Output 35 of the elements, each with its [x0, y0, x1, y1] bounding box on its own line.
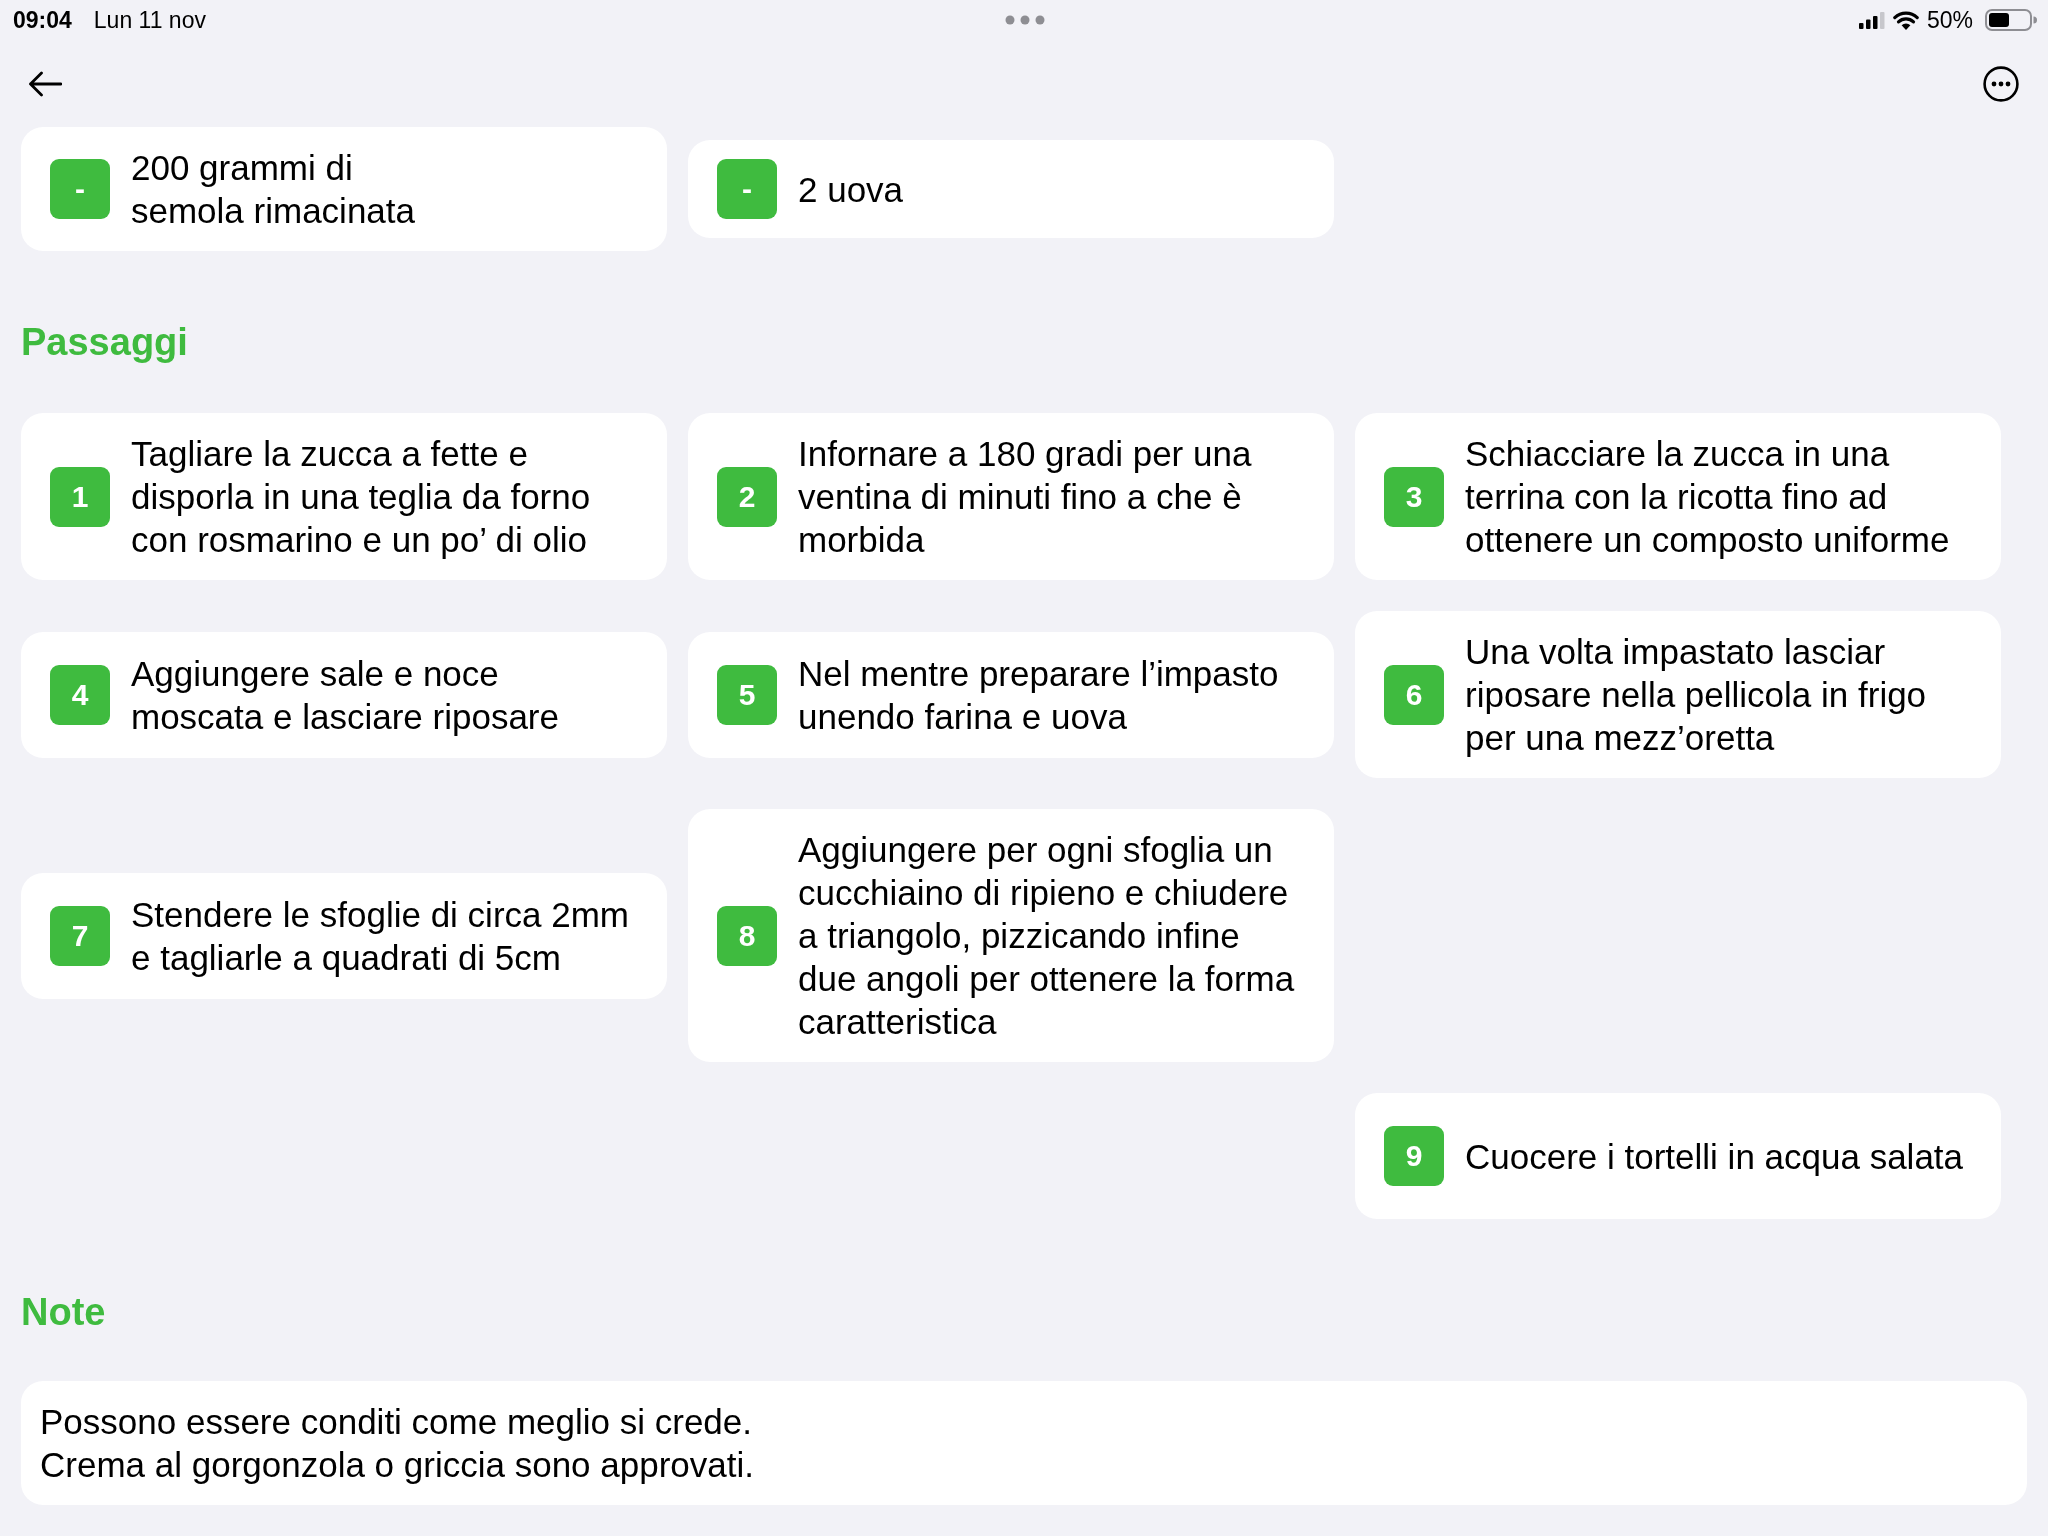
ingredient-marker: - — [50, 159, 110, 219]
step-text: Una volta impastato lasciar riposare nella pellicola in frigo per una mezz’oretta — [1465, 631, 1928, 759]
battery-icon — [1985, 9, 2037, 31]
step-text: Infornare a 180 gradi per una ventina di minuti fino a che è morbida — [798, 433, 1253, 561]
step-text: Nel mentre preparare l’impasto unendo farina e uova — [798, 652, 1280, 738]
step-text: Cuocere i tortelli in acqua salata — [1465, 1135, 1965, 1178]
more-button[interactable] — [1981, 63, 2021, 104]
multitasking-dots-icon[interactable] — [1005, 15, 1045, 25]
status-time: 09:04 — [13, 6, 72, 34]
step-text: Schiacciare la zucca in una terrina con la ricotta fino ad ottenere un composto uniforme — [1465, 433, 1951, 561]
signal-icon — [1858, 11, 1885, 29]
step-number: 1 — [50, 466, 110, 527]
step-number: 7 — [50, 905, 110, 966]
wifi-icon — [1892, 10, 1919, 30]
status-date: Lun 11 nov — [93, 6, 206, 34]
step-number: 4 — [50, 664, 110, 725]
ingredient-text: 2 uova — [798, 168, 905, 211]
step-number: 5 — [717, 664, 777, 725]
step-number: 8 — [717, 905, 777, 966]
arrow-left-icon — [28, 70, 62, 97]
step-number: 3 — [1384, 466, 1444, 527]
step-text: Aggiungere sale e noce moscata e lasciare riposare — [131, 652, 560, 738]
section-heading: Passaggi — [21, 320, 188, 365]
step-number: 9 — [1384, 1126, 1444, 1186]
ingredient-marker: - — [717, 159, 777, 219]
step-text: Stendere le sfoglie di circa 2mm e tagliarle a quadrati di 5cm — [131, 893, 630, 979]
note-text: Possono essere conditi come meglio si crede. Crema al gorgonzola o griccia sono approvati. — [40, 1401, 754, 1486]
step-number: 2 — [717, 466, 777, 527]
step-text: Aggiungere per ogni sfoglia un cucchiaino di ripieno e chiudere a triangolo, pizzicando infine due angoli per ottenere la forma caratteristica — [798, 829, 1296, 1043]
step-number: 6 — [1384, 664, 1444, 725]
ellipsis-circle-icon — [1983, 65, 2019, 102]
section-heading: Note — [21, 1290, 106, 1335]
step-text: Tagliare la zucca a fette e disporla in una teglia da forno con rosmarino e un po’ di olio — [131, 433, 592, 561]
battery-percent: 50% — [1926, 6, 1973, 34]
ingredient-text: 200 grammi di semola rimacinata — [131, 147, 416, 232]
